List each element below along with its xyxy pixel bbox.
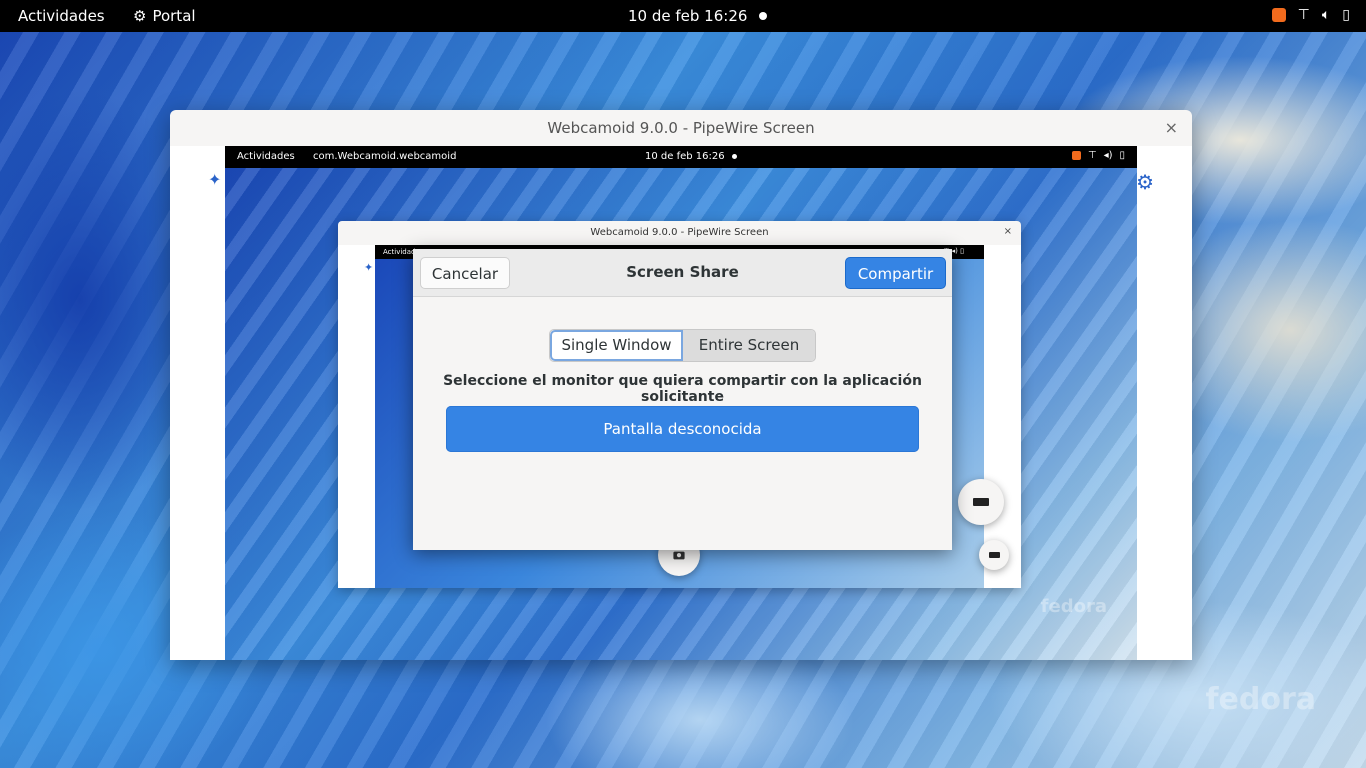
tab-entire-screen[interactable]: Entire Screen [683,330,815,361]
record-icon [973,498,989,506]
preview-activities: Actividades [237,151,295,162]
preview-notification-icon [1071,151,1081,160]
monitor-option[interactable]: Pantalla desconocida [446,406,919,452]
preview-tray: ⊤ ◂) ▯ [1071,150,1125,161]
captured-wand-icon: ✦ [364,261,374,274]
battery-icon[interactable]: ▯ [1342,7,1350,23]
preview-battery-icon: ▯ [1119,150,1125,161]
preview-network-icon: ⊤ [1087,150,1097,161]
share-button[interactable]: Compartir [845,257,946,289]
fedora-watermark: fedora [1205,682,1316,717]
record-icon [988,552,1000,558]
network-icon[interactable]: ⊤ [1298,7,1310,23]
captured-record-button [979,540,1009,570]
app-menu-label: Portal [152,7,196,25]
notification-dot [759,12,767,20]
close-icon[interactable]: × [1165,119,1178,137]
tab-single-window[interactable]: Single Window [550,330,683,361]
preview-dot [732,154,737,159]
gear-icon: ⚙ [133,7,147,25]
cancel-button[interactable]: Cancelar [420,257,510,289]
preview-clock: 10 de feb 16:26 [645,151,725,162]
notification-icon[interactable] [1271,8,1286,22]
preview-fedora-watermark: fedora [1040,596,1107,617]
captured-close-icon: × [1003,226,1012,237]
dialog-header: Screen Share Cancelar Compartir [413,249,952,297]
preview-top-bar: Actividades com.Webcamoid.webcamoid 10 d… [225,146,1137,168]
effects-wand-icon[interactable]: ✦ [208,170,221,189]
captured-window-title: Webcamoid 9.0.0 - PipeWire Screen [590,227,769,238]
volume-icon[interactable]: 🔈︎ [1322,7,1330,23]
clock[interactable]: 10 de feb 16:26 [628,7,747,25]
system-tray[interactable]: ⊤ 🔈︎ ▯ [1271,7,1350,23]
window-title: Webcamoid 9.0.0 - PipeWire Screen [547,119,815,137]
top-bar: Actividades ⚙ Portal 10 de feb 16:26 ⊤ 🔈︎… [0,0,1366,32]
activities-button[interactable]: Actividades [18,7,105,25]
share-type-switcher: Single Window Entire Screen [549,329,816,362]
preview-volume-icon: ◂) [1103,150,1113,161]
settings-gear-icon[interactable]: ⚙ [1136,170,1154,194]
preview-app-name: com.Webcamoid.webcamoid [313,151,457,162]
app-menu[interactable]: ⚙ Portal [133,7,196,25]
screen-share-dialog: Screen Share Cancelar Compartir Single W… [413,249,952,550]
monitor-prompt: Seleccione el monitor que quiera compart… [443,373,922,405]
camera-icon [673,551,685,559]
record-video-button[interactable] [958,479,1004,525]
